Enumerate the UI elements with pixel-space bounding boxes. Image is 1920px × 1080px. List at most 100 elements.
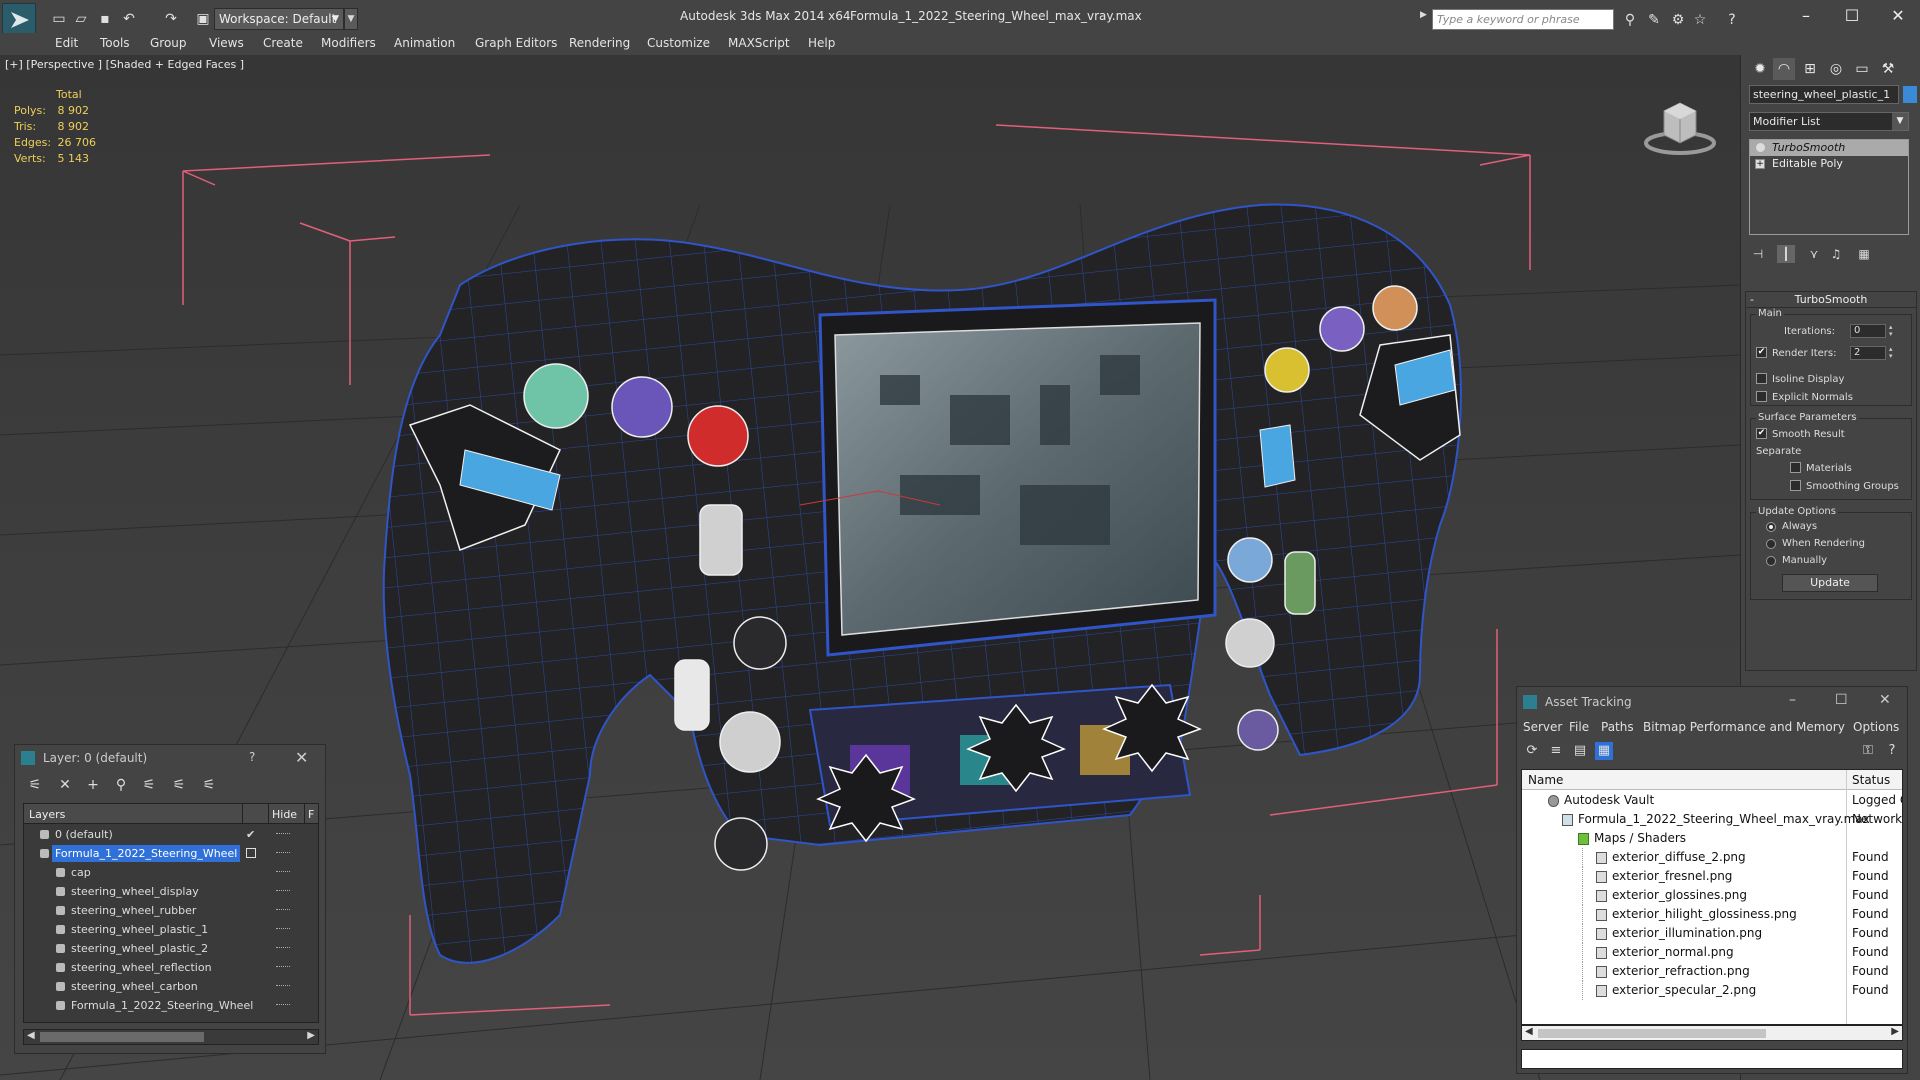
layer-object-row[interactable]: steering_wheel_carbon — [24, 977, 318, 996]
redo-icon[interactable]: ↷ — [162, 10, 180, 28]
minimize-button[interactable]: – — [1789, 692, 1796, 708]
project-folder-icon[interactable]: ▣ — [194, 10, 212, 28]
app-logo-button[interactable] — [2, 3, 36, 35]
always-radio[interactable] — [1766, 522, 1776, 532]
viewport-label[interactable]: [+] [Perspective ] [Shaded + Edged Faces… — [5, 58, 244, 71]
create-tab-sun-icon[interactable]: ✹ — [1749, 58, 1771, 80]
col-header-name[interactable]: Name — [1528, 773, 1563, 787]
scroll-left-icon[interactable]: ◀ — [1525, 1026, 1533, 1037]
pin-stack-icon[interactable]: ⊣ — [1749, 245, 1767, 263]
menu-rendering[interactable]: Rendering — [569, 36, 630, 50]
asset-horizontal-scrollbar[interactable]: ◀ ▶ — [1521, 1025, 1903, 1041]
asset-row-maps-shaders[interactable]: Maps / Shaders — [1522, 829, 1902, 848]
make-unique-icon[interactable]: ⋎ — [1805, 245, 1823, 263]
update-button[interactable]: Update — [1782, 574, 1878, 592]
layer-row-formula-wheel[interactable]: Formula_1_2022_Steering_Wheel — [24, 844, 318, 863]
layer-object-row[interactable]: steering_wheel_plastic_1 — [24, 920, 318, 939]
menu-maxscript[interactable]: MAXScript — [728, 36, 790, 50]
layer-object-row[interactable]: steering_wheel_plastic_2 — [24, 939, 318, 958]
col-header-layers[interactable]: Layers — [29, 808, 65, 821]
close-button[interactable]: ✕ — [1879, 692, 1891, 708]
asset-menu-options[interactable]: Options — [1853, 720, 1899, 734]
when-rendering-radio[interactable] — [1766, 539, 1776, 549]
refresh-icon[interactable]: ⟳ — [1523, 742, 1541, 760]
asset-row-bitmap[interactable]: exterior_diffuse_2.png Found — [1522, 848, 1902, 867]
isoline-display-checkbox[interactable] — [1756, 373, 1767, 384]
lightbulb-icon[interactable] — [1756, 143, 1765, 152]
asset-row-bitmap[interactable]: exterior_illumination.png Found — [1522, 924, 1902, 943]
vault-login-icon[interactable]: ⚿ — [1859, 742, 1877, 760]
scrollbar-thumb[interactable] — [40, 1032, 204, 1042]
thumbnail-view-icon[interactable]: ▤ — [1571, 742, 1589, 760]
scroll-left-icon[interactable]: ◀ — [27, 1030, 35, 1041]
undo-icon[interactable]: ↶ — [120, 10, 138, 28]
asset-row-max-file[interactable]: Formula_1_2022_Steering_Wheel_max_vray.m… — [1522, 810, 1902, 829]
menu-graph-editors[interactable]: Graph Editors — [475, 36, 557, 50]
menu-group[interactable]: Group — [150, 36, 187, 50]
select-objects-icon[interactable]: ⚲ — [111, 775, 131, 795]
manually-radio[interactable] — [1766, 556, 1776, 566]
scroll-right-icon[interactable]: ▶ — [1891, 1026, 1899, 1037]
asset-row-vault[interactable]: Autodesk VaultLogged O — [1522, 791, 1902, 810]
freeze-all-icon[interactable]: ⚟ — [199, 775, 219, 795]
create-layer-icon[interactable]: ⚟ — [25, 775, 45, 795]
asset-menu-server[interactable]: Server — [1523, 720, 1562, 734]
list-view-icon[interactable]: ≡ — [1547, 742, 1565, 760]
render-iters-spinner[interactable]: 2 — [1850, 346, 1895, 360]
help-icon[interactable]: ? — [1722, 10, 1742, 30]
layer-row-default[interactable]: 0 (default) ✔ — [24, 825, 318, 844]
layer-object-row[interactable]: Formula_1_2022_Steering_Wheel — [24, 996, 318, 1015]
add-to-layer-icon[interactable]: + — [83, 775, 103, 795]
search-expand-icon[interactable]: ▶ — [1420, 10, 1432, 30]
stack-item-turbosmooth[interactable]: TurboSmooth — [1750, 140, 1908, 156]
asset-window-title-bar[interactable]: Asset Tracking – ☐ ✕ — [1517, 687, 1907, 717]
table-view-icon[interactable]: ▦ — [1595, 742, 1613, 760]
layer-object-row[interactable]: steering_wheel_display — [24, 882, 318, 901]
render-iters-checkbox[interactable]: ✔ — [1756, 347, 1767, 358]
asset-row-bitmap[interactable]: exterior_glossines.png Found — [1522, 886, 1902, 905]
show-end-result-icon[interactable]: ┃ — [1777, 245, 1795, 263]
iterations-spinner[interactable]: 0 — [1850, 324, 1895, 338]
modifier-stack[interactable]: TurboSmooth + Editable Poly — [1749, 139, 1909, 235]
maximize-button[interactable]: ☐ — [1835, 692, 1848, 708]
workspace-menu-button[interactable]: ▼ — [344, 8, 358, 30]
minimize-button[interactable]: – — [1786, 4, 1826, 28]
layer-object-row[interactable]: steering_wheel_rubber — [24, 901, 318, 920]
hierarchy-tab-icon[interactable]: ⊞ — [1799, 58, 1821, 80]
layer-object-row[interactable]: steering_wheel_reflection — [24, 958, 318, 977]
menu-modifiers[interactable]: Modifiers — [321, 36, 376, 50]
help-icon[interactable]: ? — [249, 750, 255, 764]
favorites-star-icon[interactable]: ☆ — [1690, 10, 1710, 30]
menu-animation[interactable]: Animation — [394, 36, 455, 50]
display-tab-icon[interactable]: ▭ — [1851, 58, 1873, 80]
viewcube-icon[interactable] — [1640, 91, 1720, 161]
asset-row-bitmap[interactable]: exterior_fresnel.png Found — [1522, 867, 1902, 886]
menu-views[interactable]: Views — [209, 36, 244, 50]
explicit-normals-checkbox[interactable] — [1756, 391, 1767, 402]
stack-item-editable-poly[interactable]: + Editable Poly — [1750, 156, 1908, 172]
hide-all-icon[interactable]: ⚟ — [169, 775, 189, 795]
remove-modifier-icon[interactable]: ♫ — [1827, 245, 1845, 263]
layer-horizontal-scrollbar[interactable]: ◀ ▶ — [23, 1029, 319, 1045]
close-icon[interactable]: ✕ — [295, 748, 308, 767]
menu-create[interactable]: Create — [263, 36, 303, 50]
modify-tab-icon[interactable]: ◠ — [1773, 58, 1795, 80]
binoculars-icon[interactable]: ⚲ — [1620, 10, 1640, 30]
object-color-swatch[interactable] — [1903, 86, 1917, 103]
save-file-icon[interactable]: ▪ — [96, 10, 114, 28]
close-button[interactable]: ✕ — [1878, 4, 1918, 28]
modifier-list-dropdown[interactable]: Modifier List ▼ — [1749, 112, 1909, 131]
asset-help-icon[interactable]: ? — [1883, 742, 1901, 760]
asset-row-bitmap[interactable]: exterior_normal.png Found — [1522, 943, 1902, 962]
asset-row-bitmap[interactable]: exterior_hilight_glossiness.png Found — [1522, 905, 1902, 924]
asset-row-bitmap[interactable]: exterior_refraction.png Found — [1522, 962, 1902, 981]
communication-icon[interactable]: ✎ — [1644, 10, 1664, 30]
new-file-icon[interactable]: ▭ — [50, 10, 68, 28]
asset-menu-file[interactable]: File — [1569, 720, 1589, 734]
menu-edit[interactable]: Edit — [55, 36, 78, 50]
col-header-freeze[interactable]: F — [308, 808, 314, 821]
search-input[interactable]: Type a keyword or phrase — [1432, 9, 1614, 30]
utilities-tab-icon[interactable]: ⚒ — [1877, 58, 1899, 80]
object-name-field[interactable]: steering_wheel_plastic_1 — [1749, 85, 1899, 104]
rollout-header[interactable]: - TurboSmooth — [1746, 292, 1916, 308]
